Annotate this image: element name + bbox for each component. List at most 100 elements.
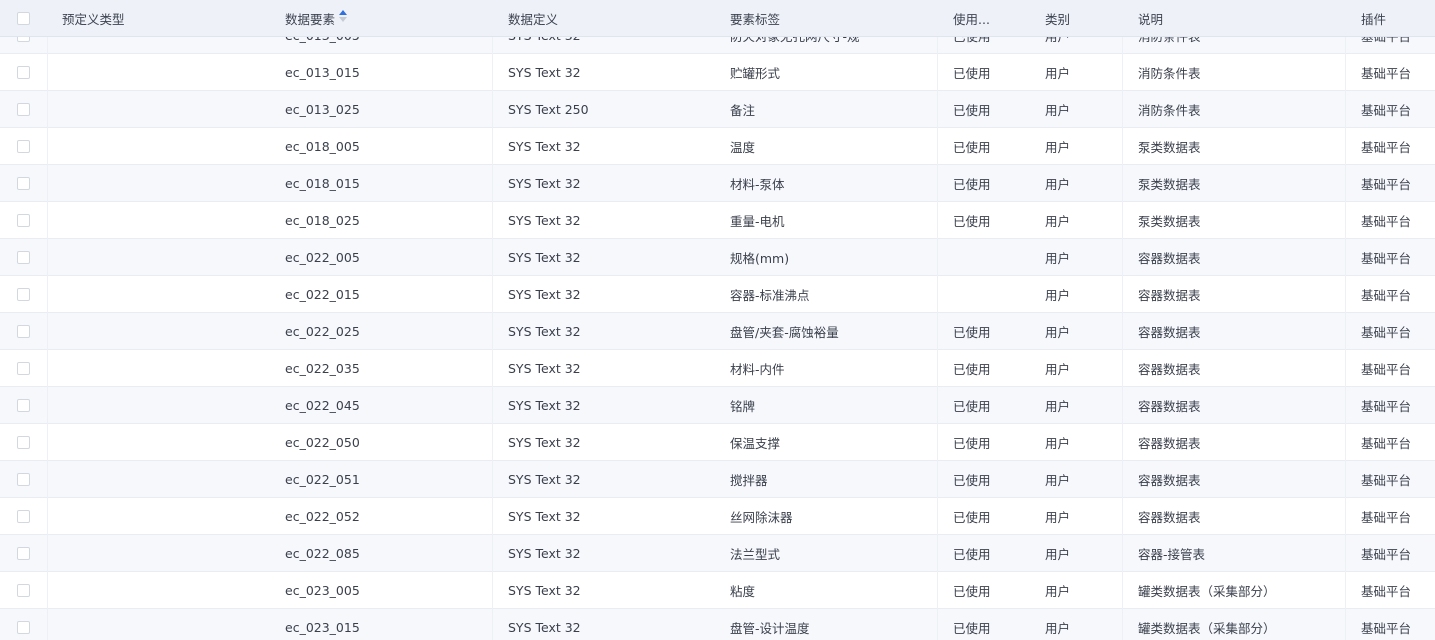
row-checkbox[interactable] [17, 472, 30, 486]
data-element-cell: ec_022_050 [285, 434, 360, 450]
row-select-cell [17, 239, 37, 275]
table-body: ec_013_005SYS Text 32防火对象无孔网尺寸-规已使用用户消防条… [0, 17, 1435, 640]
plugin-cell: 基础平台 [1361, 398, 1412, 414]
data-element-cell: ec_013_015 [285, 64, 360, 80]
table-row[interactable]: ec_018_025 SYS Text 32 重量-电机 已使用 用户 泵类数据表 基础平台 [0, 202, 1435, 239]
plugin-cell: 基础平台 [1361, 139, 1412, 155]
predefined-type-cell [62, 165, 262, 201]
header-label: 要素标签 [730, 11, 781, 27]
plugin-cell: 基础平台 [1361, 546, 1412, 562]
plugin-cell: 基础平台 [1361, 102, 1412, 118]
table-row[interactable]: ec_013_015 SYS Text 32 贮罐形式 已使用 用户 消防条件表 基础平台 [0, 54, 1435, 91]
header-label: 插件 [1361, 11, 1387, 27]
category-cell: 用户 [1045, 324, 1071, 340]
header-description[interactable]: 说明 [1138, 0, 1338, 36]
description-cell: 泵类数据表 [1138, 176, 1201, 192]
predefined-type-cell [62, 535, 262, 571]
table-row[interactable]: ec_022_051 SYS Text 32 搅拌器 已使用 用户 容器数据表 基础平台 [0, 461, 1435, 498]
table-row[interactable]: ec_022_085 SYS Text 32 法兰型式 已使用 用户 容器-接管表 基础平台 [0, 535, 1435, 572]
column-divider [1122, 0, 1123, 640]
predefined-type-cell [62, 91, 262, 127]
row-checkbox[interactable] [17, 583, 30, 597]
row-checkbox[interactable] [17, 213, 30, 227]
table-header: 预定义类型 数据要素 数据定义 要素标签 使用... 类别 说明 插件 [0, 0, 1435, 36]
data-element-cell: ec_022_005 [285, 249, 360, 265]
row-select-cell [17, 202, 37, 238]
sort-ascending-icon[interactable] [339, 10, 348, 22]
header-category[interactable]: 类别 [1045, 0, 1125, 36]
table-row[interactable]: ec_023_005 SYS Text 32 粘度 已使用 用户 罐类数据表（采集部分） 基… [0, 572, 1435, 609]
row-checkbox[interactable] [17, 65, 30, 79]
used-status-cell: 已使用 [953, 509, 991, 525]
row-checkbox[interactable] [17, 250, 30, 264]
description-cell: 泵类数据表 [1138, 213, 1201, 229]
table-row[interactable]: ec_018_015 SYS Text 32 材料-泵体 已使用 用户 泵类数据表 基础平台 [0, 165, 1435, 202]
row-checkbox[interactable] [17, 287, 30, 301]
table-row[interactable]: ec_022_050 SYS Text 32 保温支撑 已使用 用户 容器数据表 基础平台 [0, 424, 1435, 461]
row-checkbox[interactable] [17, 324, 30, 338]
predefined-type-cell [62, 350, 262, 386]
row-checkbox[interactable] [17, 398, 30, 412]
row-checkbox[interactable] [17, 361, 30, 375]
row-checkbox[interactable] [17, 139, 30, 153]
row-select-cell [17, 572, 37, 608]
table-row[interactable]: ec_022_052 SYS Text 32 丝网除沫器 已使用 用户 容器数据表 基础平台 [0, 498, 1435, 535]
category-cell: 用户 [1045, 250, 1071, 266]
predefined-type-cell [62, 461, 262, 497]
header-predefined-type[interactable]: 预定义类型 [62, 0, 262, 36]
category-cell: 用户 [1045, 65, 1071, 81]
table-row[interactable]: ec_022_015 SYS Text 32 容器-标准沸点 用户 容器数据表 基础平台 [0, 276, 1435, 313]
category-cell: 用户 [1045, 139, 1071, 155]
header-plugin[interactable]: 插件 [1361, 0, 1435, 36]
table-row[interactable]: ec_018_005 SYS Text 32 温度 已使用 用户 泵类数据表 基础平台 [0, 128, 1435, 165]
table-row[interactable]: ec_013_025 SYS Text 250 备注 已使用 用户 消防条件表 基础平台 [0, 91, 1435, 128]
description-cell: 容器数据表 [1138, 324, 1201, 340]
data-definition-cell: SYS Text 32 [508, 212, 581, 228]
table-row[interactable]: ec_022_025 SYS Text 32 盘管/夹套-腐蚀裕量 已使用 用户 容器数据… [0, 313, 1435, 350]
table-row[interactable]: ec_022_035 SYS Text 32 材料-内件 已使用 用户 容器数据表 基础平台 [0, 350, 1435, 387]
header-label: 数据定义 [508, 11, 559, 27]
plugin-cell: 基础平台 [1361, 176, 1412, 192]
plugin-cell: 基础平台 [1361, 435, 1412, 451]
category-cell: 用户 [1045, 213, 1071, 229]
header-used[interactable]: 使用... [953, 0, 1033, 36]
table-row[interactable]: ec_023_015 SYS Text 32 盘管-设计温度 已使用 用户 罐类数据表（采… [0, 609, 1435, 640]
used-status-cell: 已使用 [953, 620, 991, 636]
plugin-cell: 基础平台 [1361, 472, 1412, 488]
select-all-checkbox[interactable] [17, 11, 30, 25]
row-select-cell [17, 461, 37, 497]
plugin-cell: 基础平台 [1361, 509, 1412, 525]
row-checkbox[interactable] [17, 102, 30, 116]
table-row[interactable]: ec_022_045 SYS Text 32 铭牌 已使用 用户 容器数据表 基础平台 [0, 387, 1435, 424]
row-checkbox[interactable] [17, 176, 30, 190]
row-select-cell [17, 165, 37, 201]
header-label: 使用... [953, 11, 990, 27]
row-checkbox[interactable] [17, 509, 30, 523]
header-data-definition[interactable]: 数据定义 [508, 0, 708, 36]
row-select-cell [17, 424, 37, 460]
used-status-cell: 已使用 [953, 139, 991, 155]
header-label: 预定义类型 [62, 11, 125, 27]
description-cell: 罐类数据表（采集部分） [1138, 620, 1276, 636]
data-element-cell: ec_022_015 [285, 286, 360, 302]
header-data-element[interactable]: 数据要素 [285, 0, 485, 36]
description-cell: 容器数据表 [1138, 472, 1201, 488]
header-label: 说明 [1138, 11, 1164, 27]
data-element-cell: ec_018_015 [285, 175, 360, 191]
data-definition-cell: SYS Text 32 [508, 138, 581, 154]
element-label-cell: 规格(mm) [730, 250, 790, 266]
element-label-cell: 保温支撑 [730, 435, 781, 451]
row-checkbox[interactable] [17, 620, 30, 634]
predefined-type-cell [62, 572, 262, 608]
element-label-cell: 备注 [730, 102, 756, 118]
data-definition-cell: SYS Text 32 [508, 397, 581, 413]
data-element-cell: ec_018_005 [285, 138, 360, 154]
predefined-type-cell [62, 202, 262, 238]
table-row[interactable]: ec_022_005 SYS Text 32 规格(mm) 用户 容器数据表 基础平台 [0, 239, 1435, 276]
header-element-label[interactable]: 要素标签 [730, 0, 930, 36]
row-checkbox[interactable] [17, 546, 30, 560]
row-checkbox[interactable] [17, 435, 30, 449]
row-select-cell [17, 54, 37, 90]
row-select-cell [17, 387, 37, 423]
element-label-cell: 法兰型式 [730, 546, 781, 562]
